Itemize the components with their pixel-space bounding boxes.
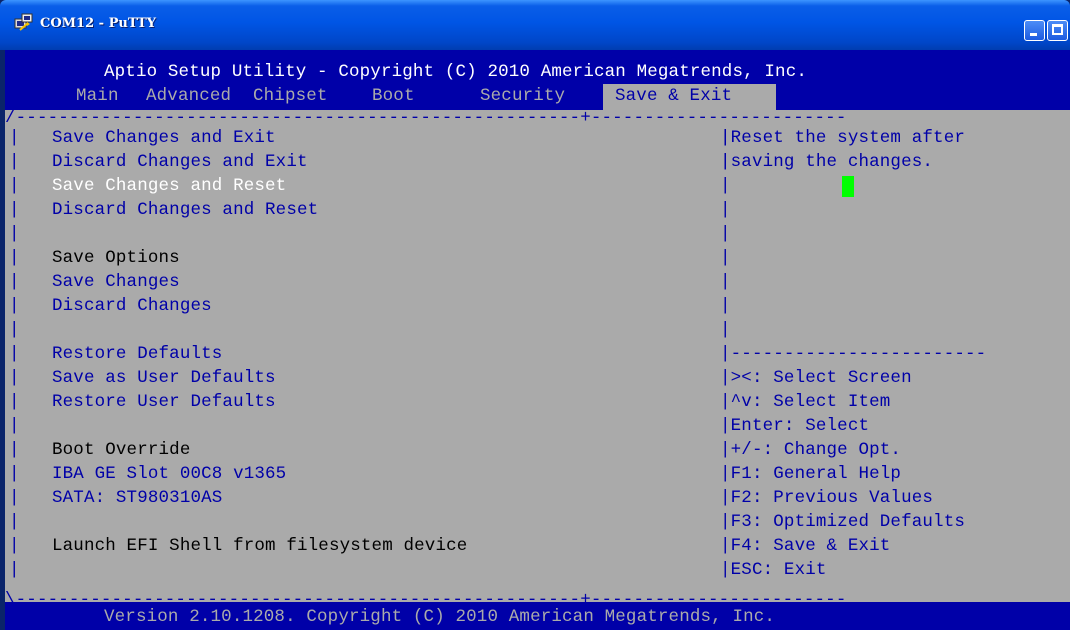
key-optimized-defaults: F3: Optimized Defaults — [730, 512, 965, 532]
key-border: | — [720, 440, 731, 460]
menu-item-restore-defaults[interactable]: Restore Defaults — [52, 342, 222, 366]
left-border: | — [9, 392, 20, 412]
divider: | — [720, 224, 731, 244]
help-text-1: Reset the system after — [730, 128, 965, 148]
menu-item-save-as-user-defaults[interactable]: Save as User Defaults — [52, 366, 276, 390]
key-save-exit: F4: Save & Exit — [730, 536, 891, 556]
minimize-icon — [1030, 33, 1037, 36]
left-border: | — [9, 416, 20, 436]
key-border: | — [720, 560, 731, 580]
tab-advanced[interactable]: Advanced — [146, 84, 231, 108]
left-border: | — [9, 248, 20, 268]
minimize-button[interactable] — [1024, 20, 1045, 41]
help-border: | — [720, 128, 731, 148]
key-legend-line: |F2: Previous Values — [720, 486, 933, 510]
menu-item-save-changes-and-exit[interactable]: Save Changes and Exit — [52, 126, 276, 150]
key-legend-line: |><: Select Screen — [720, 366, 912, 390]
help-border: | — [720, 152, 731, 172]
tab-main[interactable]: Main — [76, 84, 119, 108]
menu-item-discard-changes-and-exit[interactable]: Discard Changes and Exit — [52, 150, 308, 174]
left-border: | — [9, 224, 20, 244]
left-border: | — [9, 512, 20, 532]
left-border: | — [9, 296, 20, 316]
left-border: | — [9, 320, 20, 340]
key-legend-line: |F4: Save & Exit — [720, 534, 890, 558]
divider: | — [720, 248, 731, 268]
section-heading-save-options: Save Options — [52, 248, 180, 268]
key-enter-select: Enter: Select — [730, 416, 870, 436]
window-titlebar[interactable]: COM12 - PuTTY — [0, 0, 1070, 50]
key-border: | — [720, 488, 731, 508]
key-border: | — [720, 416, 731, 436]
putty-app-icon[interactable] — [14, 13, 34, 33]
key-legend-line: |+/-: Change Opt. — [720, 438, 901, 462]
left-border: | — [9, 152, 20, 172]
help-text-line-2: |saving the changes. — [720, 150, 933, 174]
menu-item-launch-efi-shell[interactable]: Launch EFI Shell from filesystem device — [52, 534, 467, 558]
divider: | — [720, 272, 731, 292]
tab-boot[interactable]: Boot — [372, 84, 415, 108]
tab-save-exit-label: Save & Exit — [615, 86, 733, 106]
key-border: | — [720, 536, 731, 556]
left-border: | — [9, 272, 20, 292]
key-legend-line: |F3: Optimized Defaults — [720, 510, 965, 534]
key-border: | — [720, 392, 731, 412]
key-border: | — [720, 512, 731, 532]
left-border: | — [9, 536, 20, 556]
terminal-cursor — [842, 176, 854, 197]
section-heading-boot-override: Boot Override — [52, 440, 191, 460]
tab-chipset[interactable]: Chipset — [253, 84, 328, 108]
divider: | — [720, 320, 731, 340]
left-border: | — [9, 128, 20, 148]
help-separator: |------------------------ — [720, 342, 986, 366]
key-previous-values: F2: Previous Values — [730, 488, 934, 508]
key-border: | — [720, 464, 731, 484]
key-border: | — [720, 368, 731, 388]
key-legend-line: |Enter: Select — [720, 414, 869, 438]
left-border: | — [9, 368, 20, 388]
left-border: | — [9, 200, 20, 220]
left-border: | — [9, 560, 20, 580]
left-border: | — [9, 440, 20, 460]
menu-item-boot-sata[interactable]: SATA: ST980310AS — [52, 486, 222, 510]
key-legend-line: |^v: Select Item — [720, 390, 890, 414]
left-border: | — [9, 464, 20, 484]
key-esc-exit: ESC: Exit — [730, 560, 827, 580]
bios-footer-version: Version 2.10.1208. Copyright (C) 2010 Am… — [104, 607, 776, 627]
menu-item-discard-changes-and-reset[interactable]: Discard Changes and Reset — [52, 198, 318, 222]
left-border: | — [9, 344, 20, 364]
menu-item-save-changes-and-reset[interactable]: Save Changes and Reset — [52, 174, 286, 198]
key-general-help: F1: General Help — [730, 464, 902, 484]
left-border: | — [9, 176, 20, 196]
key-select-item: ^v: Select Item — [730, 392, 891, 412]
menu-item-save-changes[interactable]: Save Changes — [52, 270, 180, 294]
bios-header-title: Aptio Setup Utility - Copyright (C) 2010… — [104, 62, 808, 82]
key-select-screen: ><: Select Screen — [730, 368, 912, 388]
menu-item-discard-changes[interactable]: Discard Changes — [52, 294, 212, 318]
help-separator-line: ------------------------ — [730, 344, 987, 364]
menu-item-boot-iba-ge-slot[interactable]: IBA GE Slot 00C8 v1365 — [52, 462, 286, 486]
maximize-button[interactable] — [1047, 20, 1068, 41]
key-legend-line: |ESC: Exit — [720, 558, 827, 582]
left-border: | — [9, 488, 20, 508]
divider: | — [720, 200, 731, 220]
divider: | — [720, 176, 731, 196]
key-legend-line: |F1: General Help — [720, 462, 901, 486]
help-text-line-1: |Reset the system after — [720, 126, 965, 150]
window-title: COM12 - PuTTY — [40, 16, 156, 31]
divider: | — [720, 296, 731, 316]
tab-security[interactable]: Security — [480, 84, 565, 108]
help-text-2: saving the changes. — [730, 152, 934, 172]
key-change-opt: +/-: Change Opt. — [730, 440, 902, 460]
menu-item-restore-user-defaults[interactable]: Restore User Defaults — [52, 390, 276, 414]
maximize-icon — [1052, 24, 1063, 35]
help-separator-border: | — [720, 344, 731, 364]
